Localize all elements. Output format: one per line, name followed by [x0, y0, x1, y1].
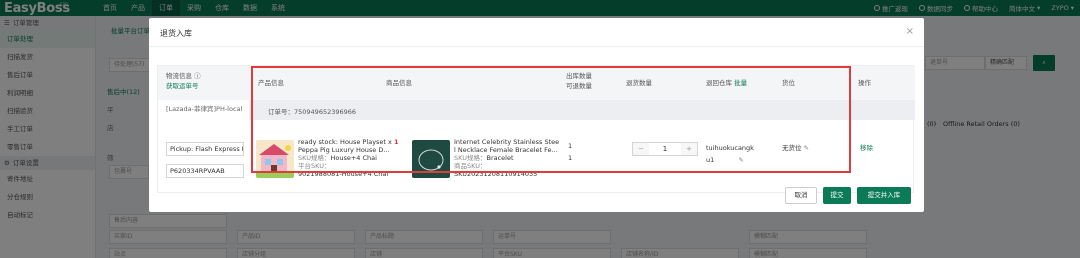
shipping-method-field[interactable]: Pickup: Flash Express I [166, 142, 244, 156]
store-name: [Lazada-菲律宾]PH-local [166, 105, 243, 113]
close-icon[interactable]: × [906, 26, 914, 37]
tracking-number-field[interactable]: P620334RPVAAB [166, 164, 244, 178]
highlight-annotation-box [251, 66, 851, 173]
info-icon: ⓘ [194, 72, 201, 80]
get-tracking-link[interactable]: 获取运单号 [166, 81, 199, 91]
submit-and-stock-button[interactable]: 提交并入库 [857, 187, 911, 204]
remove-link[interactable]: 移除 [860, 144, 873, 152]
action-header: 操作 [858, 79, 871, 87]
logistics-header: 物流信息 ⓘ [166, 72, 201, 80]
submit-button[interactable]: 提交 [823, 187, 851, 204]
title-divider [149, 46, 924, 47]
dialog-title: 退货入库 [160, 29, 192, 38]
cancel-button[interactable]: 取消 [785, 187, 817, 204]
